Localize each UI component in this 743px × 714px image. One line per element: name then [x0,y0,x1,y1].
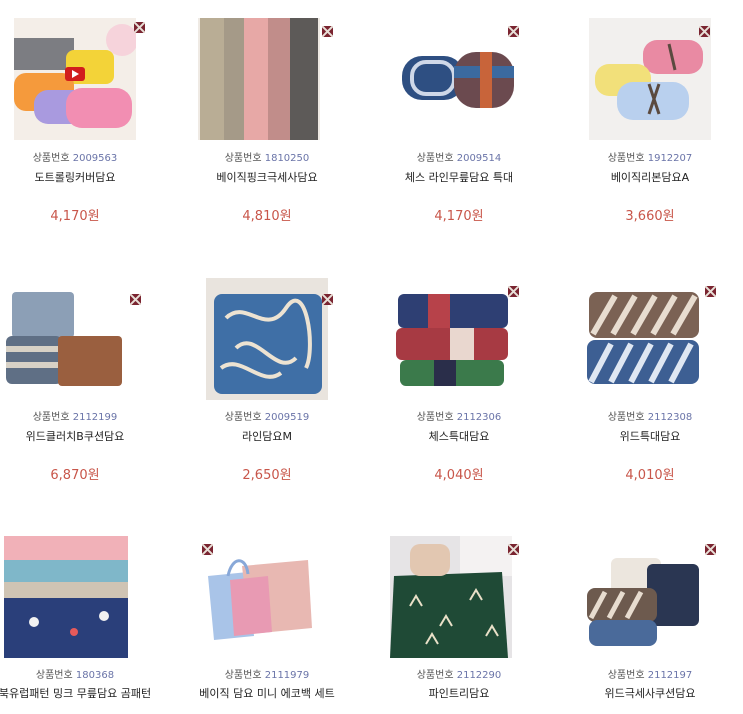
code-number: 2009519 [264,412,310,423]
code-prefix: 상품번호 [32,153,70,164]
product-price: 4,170원 [50,209,100,224]
code-number: 2009563 [72,153,118,164]
code-number: 1912207 [647,153,693,164]
flag-icon [133,18,146,34]
flag-icon [321,290,334,306]
product-image[interactable] [4,536,128,658]
code-prefix: 상품번호 [416,153,454,164]
product-name[interactable]: 베이직 담요 미니 에코백 세트 [176,686,358,701]
product-code: 상품번호 1810250 [176,149,358,164]
product-price: 4,040원 [434,468,484,483]
flag-icon [129,290,142,306]
code-number: 2112308 [647,412,693,423]
product-code: 상품번호 2009514 [368,149,550,164]
product-image[interactable] [398,18,520,140]
product-image[interactable] [581,278,703,400]
flag-icon [321,22,334,38]
product-image[interactable] [198,536,320,658]
product-image[interactable] [581,536,703,658]
flag-icon [507,540,520,556]
product-code: 상품번호 2112308 [559,408,741,423]
product-name[interactable]: 파인트리담요 [368,686,550,701]
flag-icon [704,282,717,298]
product-name[interactable]: 베이직핑크극세사담요 [176,170,358,185]
product-price: 4,170원 [434,209,484,224]
product-name[interactable]: 도트롤링커버담요 [0,170,166,185]
code-prefix: 상품번호 [32,412,70,423]
code-number: 2111979 [264,670,310,681]
code-number: 1810250 [264,153,310,164]
product-code: 상품번호 2112197 [559,666,741,681]
code-prefix: 상품번호 [35,670,73,681]
code-prefix: 상품번호 [607,153,645,164]
product-price: 4,810원 [242,209,292,224]
product-code: 상품번호 2112306 [368,408,550,423]
code-number: 2112290 [456,670,502,681]
product-name[interactable]: 체스 라인무릎담요 특대 [368,170,550,185]
product-name[interactable]: 위드특대담요 [559,429,741,444]
product-grid: 상품번호 2009563 도트롤링커버담요 4,170원 상품번호 181025… [0,0,743,714]
product-code: 상품번호 2112290 [368,666,550,681]
product-code: 상품번호 2112199 [0,408,166,423]
product-name[interactable]: 북유럽패턴 밍크 무릎담요 곰패턴 [0,686,166,701]
product-price: 4,010원 [625,468,675,483]
product-image[interactable] [206,278,328,400]
play-icon[interactable] [65,67,85,81]
product-name[interactable]: 위드극세사쿠션담요 [559,686,741,701]
product-code: 상품번호 2009563 [0,149,166,164]
code-prefix: 상품번호 [224,412,262,423]
product-image[interactable] [390,278,512,400]
flag-icon [704,540,717,556]
product-name[interactable]: 베이직리본담요A [559,170,741,185]
code-number: 2009514 [456,153,502,164]
product-image[interactable] [589,18,711,140]
code-prefix: 상품번호 [416,412,454,423]
flag-icon [507,282,520,298]
product-image[interactable] [390,536,512,658]
code-number: 2112306 [456,412,502,423]
product-image[interactable] [14,18,136,140]
flag-icon [507,22,520,38]
code-number: 2112199 [72,412,118,423]
product-image[interactable] [6,278,128,400]
product-code: 상품번호 180368 [0,666,166,681]
product-name[interactable]: 위드클러치B쿠션담요 [0,429,166,444]
product-image[interactable] [198,18,320,140]
code-prefix: 상품번호 [224,153,262,164]
code-number: 2112197 [647,670,693,681]
product-price: 3,660원 [625,209,675,224]
code-number: 180368 [75,670,115,681]
product-code: 상품번호 2111979 [176,666,358,681]
code-prefix: 상품번호 [224,670,262,681]
code-prefix: 상품번호 [416,670,454,681]
code-prefix: 상품번호 [607,412,645,423]
product-code: 상품번호 2009519 [176,408,358,423]
product-price: 2,650원 [242,468,292,483]
product-code: 상품번호 1912207 [559,149,741,164]
code-prefix: 상품번호 [607,670,645,681]
product-name[interactable]: 체스특대담요 [368,429,550,444]
product-price: 6,870원 [50,468,100,483]
product-name[interactable]: 라인담요M [176,429,358,444]
flag-icon [698,22,711,38]
flag-icon [201,540,214,556]
